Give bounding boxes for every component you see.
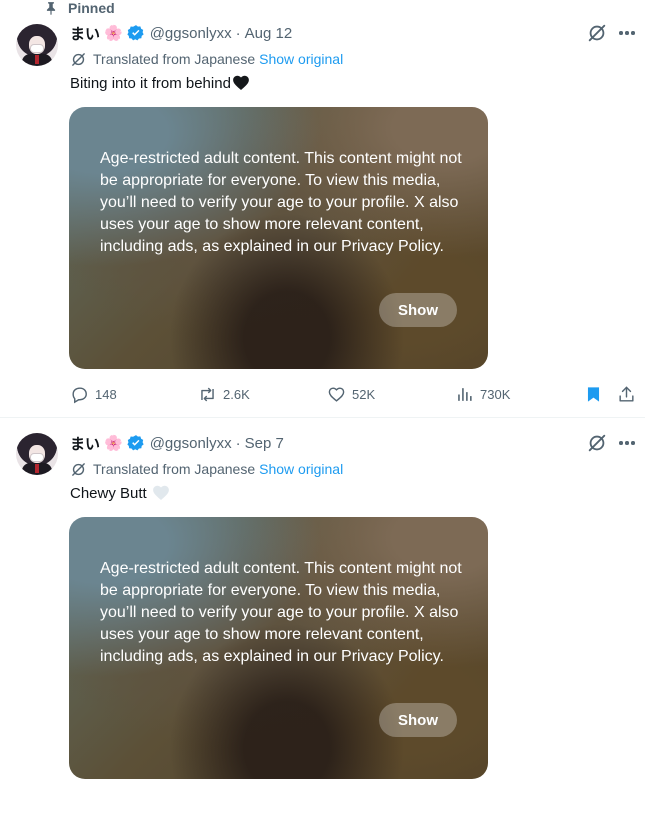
show-media-button[interactable]: Show	[379, 293, 457, 327]
translate-icon	[72, 462, 85, 476]
tweet-header: まい 🌸 @ggsonlyxx · Aug 12	[70, 22, 292, 44]
tweet[interactable]: Pinned まい 🌸 @ggsonlyxx · Aug 12 Translat…	[0, 0, 645, 418]
avatar[interactable]	[16, 433, 58, 475]
translated-label: Translated from Japanese	[93, 461, 256, 477]
separator-dot: ·	[235, 434, 241, 452]
repost-button[interactable]: 2.6K	[198, 382, 250, 406]
views-button[interactable]: 730K	[455, 382, 510, 406]
pinned-label: Pinned	[68, 0, 115, 16]
heart-emoji-icon	[153, 485, 169, 500]
views-icon	[458, 387, 472, 401]
tweet-date[interactable]: Aug 12	[245, 25, 293, 42]
author-name[interactable]: まい	[70, 433, 100, 454]
tweet[interactable]: まい 🌸 @ggsonlyxx · Sep 7 Translated from …	[0, 418, 645, 818]
tweet-text: Chewy Butt	[70, 484, 170, 502]
separator-dot: ·	[235, 24, 241, 42]
show-media-button[interactable]: Show	[379, 703, 457, 737]
reply-icon	[72, 386, 87, 403]
avatar[interactable]	[16, 24, 58, 66]
translate-icon	[72, 52, 85, 66]
grok-icon[interactable]	[586, 22, 608, 44]
media-warning-text: Age-restricted adult content. This conte…	[100, 150, 462, 255]
media-sensitive: Age-restricted adult content. This conte…	[69, 517, 488, 779]
tweet-date[interactable]: Sep 7	[245, 435, 284, 452]
show-original-link[interactable]: Show original	[259, 461, 343, 477]
action-bar: 148 2.6K 52K 730K	[70, 382, 638, 406]
repost-icon	[201, 387, 214, 401]
bookmark-button[interactable]	[584, 382, 603, 406]
author-name[interactable]: まい	[70, 23, 100, 44]
author-handle[interactable]: @ggsonlyxx	[150, 435, 232, 452]
translation-notice: Translated from Japanese Show original	[70, 459, 343, 479]
media-warning-text: Age-restricted adult content. This conte…	[100, 560, 462, 665]
translated-label: Translated from Japanese	[93, 51, 256, 67]
verified-badge-icon[interactable]	[127, 24, 145, 42]
author-handle[interactable]: @ggsonlyxx	[150, 25, 232, 42]
views-count: 730K	[480, 386, 511, 402]
more-icon[interactable]	[616, 432, 638, 454]
bookmark-icon	[587, 386, 600, 402]
more-icon[interactable]	[616, 22, 638, 44]
author-emoji: 🌸	[104, 24, 123, 42]
reply-count: 148	[95, 386, 117, 402]
share-icon	[619, 386, 634, 402]
like-button[interactable]: 52K	[327, 382, 375, 406]
tweet-text-content: Chewy Butt	[70, 485, 147, 502]
show-original-link[interactable]: Show original	[259, 51, 343, 67]
pin-icon	[46, 2, 56, 15]
author-emoji: 🌸	[104, 434, 123, 452]
heart-emoji-icon	[233, 75, 249, 90]
tweet-header: まい 🌸 @ggsonlyxx · Sep 7	[70, 432, 284, 454]
grok-icon[interactable]	[586, 432, 608, 454]
repost-count: 2.6K	[223, 386, 250, 402]
tweet-text: Biting into it from behind	[70, 74, 250, 92]
like-icon	[328, 386, 345, 402]
media-sensitive: Age-restricted adult content. This conte…	[69, 107, 488, 369]
tweet-text-content: Biting into it from behind	[70, 75, 231, 92]
reply-button[interactable]: 148	[70, 382, 117, 406]
verified-badge-icon[interactable]	[127, 434, 145, 452]
share-button[interactable]	[617, 382, 636, 406]
like-count: 52K	[352, 386, 376, 402]
pinned-indicator: Pinned	[44, 0, 115, 16]
translation-notice: Translated from Japanese Show original	[70, 49, 343, 69]
